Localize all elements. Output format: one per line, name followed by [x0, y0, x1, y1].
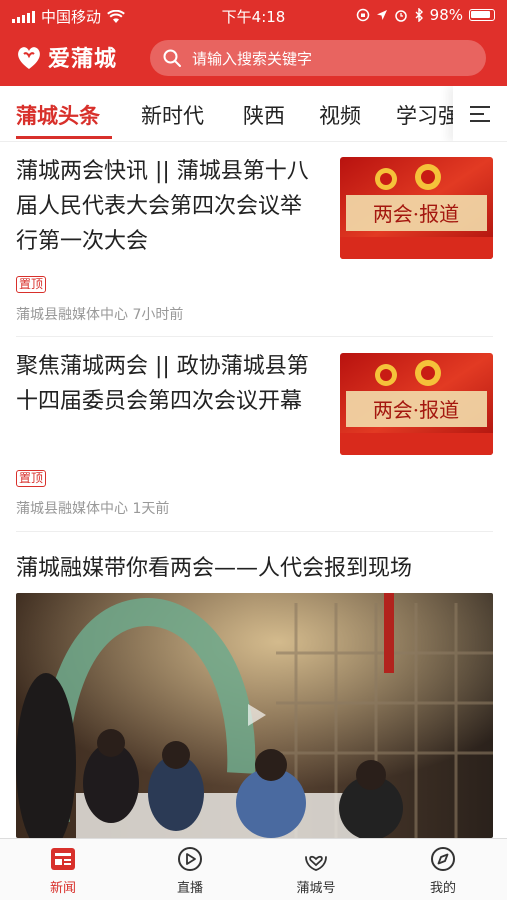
app-name: 爱蒲城	[48, 46, 118, 72]
channel-menu-button[interactable]	[453, 86, 507, 141]
nav-live[interactable]: 直播	[150, 845, 230, 896]
video-article-title[interactable]: 蒲城融媒带你看两会——人代会报到现场	[16, 550, 412, 582]
nav-live-label: 直播	[176, 881, 203, 896]
battery-percent: 98%	[429, 6, 463, 24]
nav-mine-label: 我的	[429, 881, 456, 896]
logo-mark-icon	[18, 47, 40, 69]
search-placeholder: 请输入搜索关键字	[192, 49, 313, 68]
play-icon[interactable]	[238, 698, 272, 732]
app-logo[interactable]: 爱蒲城	[14, 41, 117, 73]
article-meta: 蒲城县融媒体中心 1天前	[16, 498, 169, 518]
tab-video[interactable]: 视频	[319, 100, 361, 130]
video-player[interactable]	[16, 593, 493, 838]
article-source: 蒲城县融媒体中心	[16, 501, 128, 517]
article-time: 7小时前	[132, 307, 184, 323]
article-time: 1天前	[132, 501, 170, 517]
location-icon	[376, 10, 387, 20]
compass-icon	[431, 847, 455, 871]
tab-xinshidai[interactable]: 新时代	[141, 100, 204, 130]
nav-mine[interactable]: 我的	[403, 845, 483, 896]
bottom-tab-bar: 新闻 直播 蒲城号 我的	[0, 838, 507, 900]
news-list-item[interactable]: 聚焦蒲城两会 || 政协蒲城县第十四届委员会第四次会议开幕 两会·报道 置顶 蒲…	[16, 337, 493, 532]
orientation-lock-icon	[356, 8, 369, 22]
heart-hands-icon	[305, 855, 327, 871]
tab-puchengtoutiao[interactable]: 蒲城头条	[16, 100, 100, 130]
nav-pucheng-hao-label: 蒲城号	[296, 881, 336, 896]
nav-news-label: 新闻	[49, 881, 76, 896]
app-header: 爱蒲城 请输入搜索关键字	[0, 30, 507, 86]
article-meta: 蒲城县融媒体中心 7小时前	[16, 304, 183, 324]
article-source: 蒲城县融媒体中心	[16, 307, 128, 323]
live-play-icon	[178, 847, 202, 871]
search-icon	[163, 49, 181, 67]
thumbnail-caption: 两会·报道	[373, 398, 459, 422]
battery-icon	[469, 9, 495, 21]
nav-news[interactable]: 新闻	[23, 845, 103, 896]
article-thumbnail: 两会·报道	[340, 157, 493, 259]
pinned-badge: 置顶	[16, 276, 47, 293]
channel-tabs: 蒲城头条 新时代 陕西 视频 学习强	[0, 86, 507, 142]
thumbnail-caption: 两会·报道	[373, 202, 459, 226]
bluetooth-icon	[415, 8, 423, 22]
article-thumbnail: 两会·报道	[340, 353, 493, 455]
news-icon	[51, 848, 75, 870]
article-title: 聚焦蒲城两会 || 政协蒲城县第十四届委员会第四次会议开幕	[16, 354, 309, 414]
news-list-item[interactable]: 蒲城两会快讯 || 蒲城县第十八届人民代表大会第四次会议举行第一次大会 两会·报…	[16, 142, 493, 337]
search-input[interactable]: 请输入搜索关键字	[150, 40, 486, 76]
alarm-icon	[394, 10, 407, 22]
pinned-badge: 置顶	[16, 470, 47, 487]
article-title: 蒲城两会快讯 || 蒲城县第十八届人民代表大会第四次会议举行第一次大会	[16, 159, 309, 254]
tab-xuexiqiang[interactable]: 学习强	[396, 100, 459, 130]
menu-icon	[470, 106, 490, 122]
nav-pucheng-hao[interactable]: 蒲城号	[276, 845, 356, 896]
status-bar: 中国移动 下午4:18 98%	[0, 0, 507, 30]
active-tab-indicator	[16, 136, 112, 139]
tab-shaanxi[interactable]: 陕西	[243, 100, 285, 130]
